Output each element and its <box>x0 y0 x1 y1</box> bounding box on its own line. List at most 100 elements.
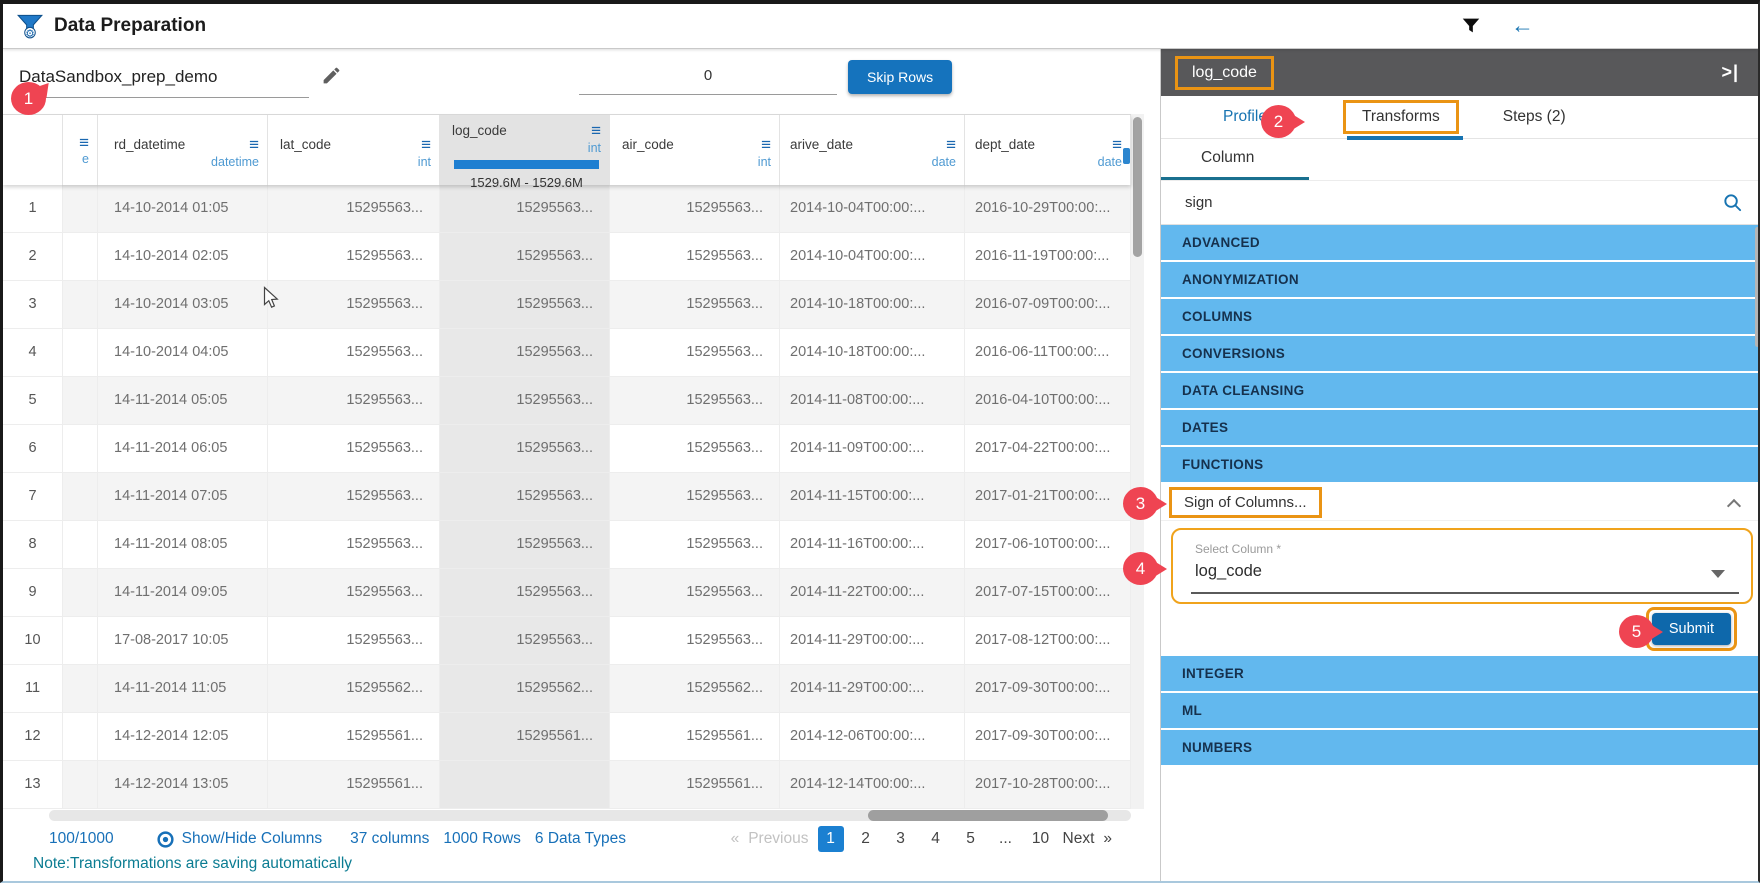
column-menu-icon[interactable]: ≡ <box>1112 139 1122 151</box>
horizontal-scrollbar[interactable] <box>49 810 1131 821</box>
column-menu-icon[interactable]: ≡ <box>761 139 771 151</box>
vertical-scrollbar[interactable] <box>1131 114 1144 809</box>
category-functions[interactable]: FUNCTIONS <box>1161 447 1760 482</box>
back-arrow-icon[interactable]: ← <box>1511 12 1534 39</box>
columns-count: 37 columns <box>350 830 429 848</box>
table-header-row: ≡ e rd_datetime≡ datetime lat_code≡ int … <box>3 115 1131 185</box>
autosave-note: Note:Transformations are saving automati… <box>33 855 352 873</box>
page-button-1[interactable]: 1 <box>818 826 844 852</box>
dropdown-underline <box>1191 592 1739 594</box>
page-button-5[interactable]: 5 <box>958 826 984 852</box>
app-logo-funnel-icon: ⚙ <box>15 11 45 41</box>
column-header-rd-datetime[interactable]: rd_datetime≡ datetime <box>98 115 268 185</box>
category-dates[interactable]: DATES <box>1161 410 1760 445</box>
selected-column-title: log_code <box>1175 56 1274 90</box>
data-grid-panel: DataSandbox_prep_demo 0 Skip Rows ≡ e rd… <box>3 49 1160 883</box>
category-advanced[interactable]: ADVANCED <box>1161 225 1760 260</box>
table-row: 12 14-12-2014 12:0515295561... 15295561.… <box>3 713 1131 761</box>
dropdown-caret-icon[interactable] <box>1711 570 1725 578</box>
search-icon[interactable] <box>1722 192 1743 218</box>
histogram-bar <box>454 160 599 169</box>
category-numbers[interactable]: NUMBERS <box>1161 730 1760 765</box>
vertical-scrollbar-thumb[interactable] <box>1133 117 1142 257</box>
page-button-2[interactable]: 2 <box>853 826 879 852</box>
sidebar-tabs: Profile Transforms Steps (2) <box>1161 96 1760 139</box>
page-ellipsis[interactable]: ... <box>993 826 1019 852</box>
column-header-arive-date[interactable]: arive_date≡ date <box>780 115 965 185</box>
table-row: 6 14-11-2014 06:0515295563... 15295563..… <box>3 425 1131 473</box>
transform-search: sign <box>1161 181 1760 225</box>
column-header-dept-date[interactable]: dept_date≡ date <box>965 115 1131 185</box>
table-row: 7 14-11-2014 07:0515295563... 15295563..… <box>3 473 1131 521</box>
sidebar-subtabs: Column <box>1161 139 1760 181</box>
page-button-10[interactable]: 10 <box>1028 826 1054 852</box>
table-row: 5 14-11-2014 05:0515295563... 15295563..… <box>3 377 1131 425</box>
category-conversions[interactable]: CONVERSIONS <box>1161 336 1760 371</box>
page-button-3[interactable]: 3 <box>888 826 914 852</box>
submit-button[interactable]: Submit <box>1652 613 1731 645</box>
column-menu-icon[interactable]: ≡ <box>249 139 259 151</box>
table-row: 4 14-10-2014 04:0515295563... 15295563..… <box>3 329 1131 377</box>
pagination: « Previous 1 2 3 4 5 ... 10 Next » <box>731 826 1112 852</box>
skip-rows-button[interactable]: Skip Rows <box>848 60 952 94</box>
partial-column-header[interactable]: ≡ e <box>63 115 98 185</box>
column-menu-icon[interactable]: ≡ <box>79 137 89 149</box>
svg-text:⚙: ⚙ <box>25 28 35 40</box>
submit-row: Submit <box>1161 604 1760 656</box>
chevron-up-icon[interactable] <box>1727 499 1741 513</box>
category-ml[interactable]: ML <box>1161 693 1760 728</box>
table-row: 2 14-10-2014 02:0515295563... 15295563..… <box>3 233 1131 281</box>
annotation-badge-1: 1 <box>11 82 46 115</box>
column-header-lat-code[interactable]: lat_code≡ int <box>268 115 440 185</box>
transform-search-input[interactable]: sign <box>1185 194 1213 211</box>
row-number-header <box>3 115 63 185</box>
show-hide-columns-button[interactable]: Show/Hide Columns <box>156 830 322 849</box>
tab-steps[interactable]: Steps (2) <box>1503 108 1566 126</box>
dataset-name-input[interactable]: DataSandbox_prep_demo <box>17 63 309 98</box>
column-value-range: 1529.6M - 1529.6M <box>452 175 601 190</box>
first-page-button[interactable]: « <box>731 830 740 848</box>
collapse-panel-icon[interactable]: >| <box>1721 62 1739 83</box>
active-subtab-underline <box>1161 177 1309 180</box>
rows-count: 1000 Rows <box>443 830 521 848</box>
table-row: 13 14-12-2014 13:0515295561... 15295561.… <box>3 761 1131 809</box>
annotation-badge-4: 4 <box>1123 552 1158 585</box>
table-row: 11 14-11-2014 11:0515295562... 15295562.… <box>3 665 1131 713</box>
table-footer-bar: 100/1000 Show/Hide Columns 37 columns 10… <box>3 823 1160 855</box>
annotation-badge-5: 5 <box>1619 615 1654 648</box>
category-data-cleansing[interactable]: DATA CLEANSING <box>1161 373 1760 408</box>
previous-page-button[interactable]: Previous <box>748 830 808 848</box>
topbar: ⚙ Data Preparation ← <box>3 4 1758 49</box>
sidebar-header: log_code >| <box>1161 49 1760 96</box>
transform-sign-of-columns-row[interactable]: Sign of Columns... <box>1161 484 1760 521</box>
column-header-log-code-selected[interactable]: log_code≡ int 1529.6M - 1529.6M <box>440 115 610 185</box>
filter-icon[interactable] <box>1460 15 1482 42</box>
row-counter: 100/1000 <box>49 830 114 848</box>
category-anonymization[interactable]: ANONYMIZATION <box>1161 262 1760 297</box>
edit-pencil-icon[interactable] <box>321 65 342 91</box>
column-header-air-code[interactable]: air_code≡ int <box>610 115 780 185</box>
column-menu-icon[interactable]: ≡ <box>421 139 431 151</box>
data-table: ≡ e rd_datetime≡ datetime lat_code≡ int … <box>3 114 1131 809</box>
next-page-button[interactable]: Next <box>1063 830 1095 848</box>
page-button-4[interactable]: 4 <box>923 826 949 852</box>
category-columns[interactable]: COLUMNS <box>1161 299 1760 334</box>
transform-sign-of-columns-label[interactable]: Sign of Columns... <box>1169 487 1322 518</box>
subtab-column[interactable]: Column <box>1201 149 1254 167</box>
skip-rows-input[interactable]: 0 <box>579 63 837 95</box>
select-column-dropdown[interactable]: log_code <box>1195 562 1262 581</box>
horizontal-scrollbar-thumb[interactable] <box>868 810 1108 821</box>
table-row: 3 14-10-2014 03:0515295563... 15295563..… <box>3 281 1131 329</box>
table-row: 9 14-11-2014 09:0515295563... 15295563..… <box>3 569 1131 617</box>
column-menu-icon[interactable]: ≡ <box>946 139 956 151</box>
sidebar-scrollbar[interactable] <box>1755 227 1760 347</box>
category-integer[interactable]: INTEGER <box>1161 656 1760 691</box>
annotation-badge-3: 3 <box>1123 487 1158 520</box>
table-body: 1 14-10-2014 01:0515295563... 15295563..… <box>3 185 1131 809</box>
tab-transforms-active[interactable]: Transforms <box>1343 100 1459 134</box>
last-page-button[interactable]: » <box>1103 830 1112 848</box>
data-preparation-app: ⚙ Data Preparation ← DataSandbox_prep_de… <box>0 0 1760 883</box>
annotation-badge-2: 2 <box>1261 105 1296 138</box>
column-menu-icon[interactable]: ≡ <box>591 125 601 137</box>
mouse-cursor <box>263 286 280 314</box>
